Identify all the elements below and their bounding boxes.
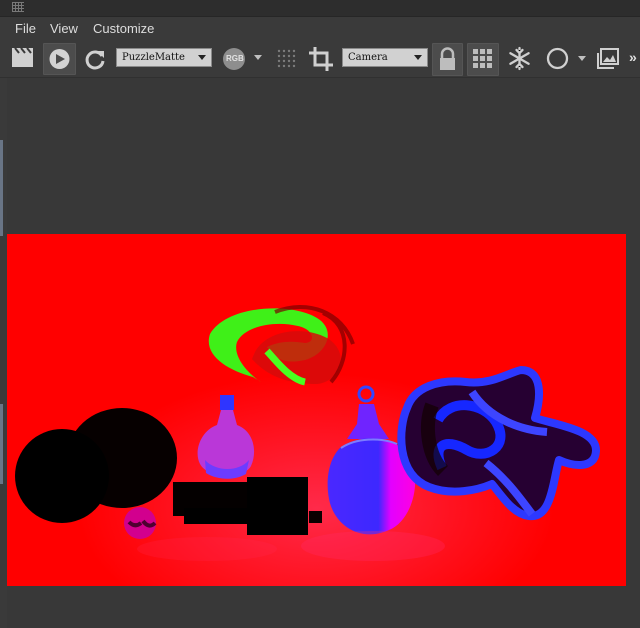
chevron-down-icon [198,55,206,60]
rgb-channel-button[interactable]: RGB [222,47,247,71]
chevron-down-icon [414,55,422,60]
image-icon[interactable] [596,46,621,71]
grid-button[interactable] [467,43,499,76]
render-element-value: PuzzleMatte [122,52,185,63]
lock-button[interactable] [432,43,463,76]
play-button[interactable] [43,43,76,75]
frame-buffer-window: File View Customize PuzzleMatte RGB Came… [0,0,640,628]
grid-icon [473,49,492,68]
grip-icon[interactable] [12,2,24,12]
play-icon [49,49,70,69]
toolbar-overflow-button[interactable]: » [629,49,637,65]
view-mode-select[interactable]: Camera [342,48,428,67]
snowflake-icon[interactable] [507,46,532,71]
menu-bar: File View Customize [0,17,640,40]
crop-icon[interactable] [308,46,334,72]
title-bar[interactable] [0,0,640,17]
puzzle-matte-render [7,234,626,586]
refresh-icon[interactable] [83,47,107,71]
menu-customize[interactable]: Customize [93,21,154,37]
left-panel-handle-lower[interactable] [0,404,3,484]
blue-bottle-cap [220,395,234,410]
toolbar: PuzzleMatte RGB Camera » [0,40,640,78]
rgb-dropdown-icon[interactable] [254,55,262,60]
rgb-label: RGB [226,54,244,63]
view-mode-value: Camera [348,52,388,63]
black-sphere-front [15,429,109,523]
circle-icon[interactable] [545,46,570,71]
left-panel-handle[interactable] [0,140,3,236]
circle-dropdown-icon[interactable] [578,56,586,61]
lock-icon [440,47,455,70]
menu-view[interactable]: View [50,21,78,37]
menu-file[interactable]: File [15,21,36,37]
render-element-select[interactable]: PuzzleMatte [116,48,212,67]
dotted-grid-icon[interactable] [276,48,296,70]
black-box-right [247,477,308,535]
rendered-image[interactable] [7,234,626,586]
clapperboard-icon[interactable] [10,46,36,70]
